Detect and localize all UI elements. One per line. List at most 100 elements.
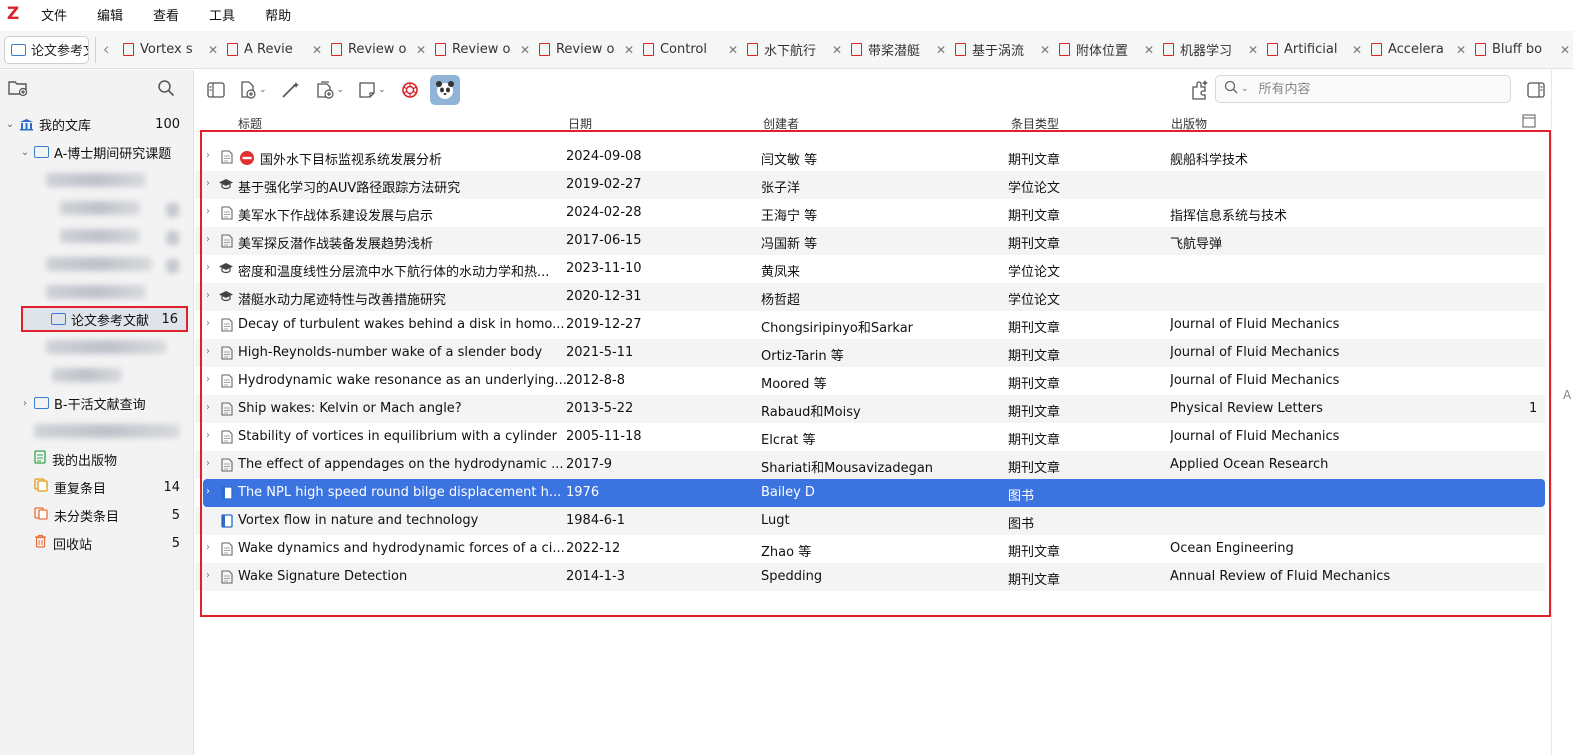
chevron-down-icon[interactable]: ⌄ xyxy=(1241,84,1249,94)
close-icon[interactable]: ✕ xyxy=(832,43,842,57)
zotero-window: Z 文件 编辑 查看 工具 帮助 论文参考文 ‹ Vortex s✕A Revi… xyxy=(0,0,1573,755)
openai-icon[interactable] xyxy=(400,75,420,105)
pdf-icon xyxy=(1474,43,1486,56)
highlight-box xyxy=(200,130,1551,617)
pdf-icon xyxy=(1370,43,1382,56)
tree-folder-a[interactable]: ⌄ A-博士期间研究课题 xyxy=(0,138,194,166)
reader-tab[interactable]: 水下航行 ✕ xyxy=(741,36,845,64)
close-icon[interactable]: ✕ xyxy=(936,43,946,57)
tree-label: 重复条目 xyxy=(54,481,107,497)
tree-label: 我的文库 xyxy=(39,118,92,134)
tree-my-publications[interactable]: 我的出版物 xyxy=(0,445,194,473)
reader-tab[interactable]: Control ✕ xyxy=(637,36,741,64)
unfiled-icon xyxy=(34,506,48,524)
tree-unfiled[interactable]: 未分类条目 5 xyxy=(0,501,194,529)
close-icon[interactable]: ✕ xyxy=(1560,43,1570,57)
tree-selected-collection[interactable]: 论文参考文献 16 xyxy=(0,305,194,333)
magic-wand-icon[interactable] xyxy=(281,75,301,105)
pdf-icon xyxy=(642,43,654,56)
reader-tabs: Vortex s ✕ A Revie ✕ Review o ✕ Review o ✕ Revie… xyxy=(117,36,1573,64)
search-input[interactable] xyxy=(1258,81,1499,97)
reader-tab[interactable]: 带桨潜艇 ✕ xyxy=(845,36,949,64)
chevron-right-icon[interactable]: › xyxy=(19,398,31,409)
pdf-icon xyxy=(746,43,758,56)
folder-icon xyxy=(51,313,66,325)
tree-duplicates[interactable]: 重复条目 14 xyxy=(0,473,194,501)
tab-label: Artificial xyxy=(1283,42,1338,57)
menu-edit[interactable]: 编辑 xyxy=(82,5,138,24)
menu-tools[interactable]: 工具 xyxy=(194,5,250,24)
tab-label: A Revie xyxy=(243,42,293,57)
blurred-collection xyxy=(60,229,140,243)
toggle-pane-icon[interactable] xyxy=(207,75,225,105)
blurred-collection xyxy=(46,257,152,271)
tree-my-library[interactable]: ⌄ 我的文库 100 xyxy=(0,110,194,138)
reader-tab[interactable]: Review o ✕ xyxy=(325,36,429,64)
folder-icon xyxy=(34,146,49,158)
tree-label: B-干活文献查询 xyxy=(54,397,146,413)
tab-label: Accelera xyxy=(1387,42,1444,57)
blurred-collection xyxy=(34,424,180,438)
close-icon[interactable]: ✕ xyxy=(1352,43,1362,57)
close-icon[interactable]: ✕ xyxy=(624,43,634,57)
search-icon[interactable] xyxy=(157,79,175,101)
collections-pane: ⌄ 我的文库 100 ⌄ A-博士期间研究课题 论文参考文献 16 › B-干活… xyxy=(0,70,194,755)
tab-label: Control xyxy=(659,42,707,57)
reader-tab[interactable]: 基于涡流 ✕ xyxy=(949,36,1053,64)
reader-tab[interactable]: Review o ✕ xyxy=(429,36,533,64)
chevron-down-icon[interactable]: ⌄ xyxy=(19,147,31,158)
chevron-down-icon: ⌄ xyxy=(378,85,386,95)
close-icon[interactable]: ✕ xyxy=(1248,43,1258,57)
new-item-button[interactable]: ⌄ xyxy=(239,75,267,105)
chevron-left-icon[interactable]: ‹ xyxy=(95,39,117,60)
toggle-item-pane-icon[interactable] xyxy=(1527,75,1545,105)
panda-plugin-icon[interactable] xyxy=(429,75,460,105)
column-picker-icon[interactable] xyxy=(1522,114,1536,131)
library-tab-label: 论文参考文 xyxy=(31,44,88,59)
blurred-count xyxy=(166,231,180,245)
tab-bar: 论文参考文 ‹ Vortex s✕A Revie✕Review o✕Review… xyxy=(0,31,1573,69)
tab-label: 附体位置 xyxy=(1075,44,1128,59)
close-icon[interactable]: ✕ xyxy=(1144,43,1154,57)
reader-tab[interactable]: Accelera ✕ xyxy=(1365,36,1469,64)
reader-tab[interactable]: Artificial ✕ xyxy=(1261,36,1365,64)
chevron-down-icon[interactable]: ⌄ xyxy=(4,119,16,130)
reader-tab[interactable]: Vortex s ✕ xyxy=(117,36,221,64)
tree-label: 回收站 xyxy=(53,537,93,553)
close-icon[interactable]: ✕ xyxy=(208,43,218,57)
close-icon[interactable]: ✕ xyxy=(1040,43,1050,57)
menu-help[interactable]: 帮助 xyxy=(250,5,306,24)
collections-toolbar xyxy=(0,70,193,110)
reader-tab[interactable]: A Revie ✕ xyxy=(221,36,325,64)
new-collection-icon[interactable] xyxy=(8,79,28,101)
reader-tab[interactable]: 附体位置 ✕ xyxy=(1053,36,1157,64)
close-icon[interactable]: ✕ xyxy=(728,43,738,57)
tab-label: 水下航行 xyxy=(763,44,816,59)
blurred-count xyxy=(166,259,180,273)
close-icon[interactable]: ✕ xyxy=(416,43,426,57)
reader-tab[interactable]: 机器学习 ✕ xyxy=(1157,36,1261,64)
add-attachment-button[interactable]: ⌄ xyxy=(315,75,345,105)
close-icon[interactable]: ✕ xyxy=(520,43,530,57)
pdf-icon xyxy=(538,43,550,56)
search-box[interactable]: ⌄ xyxy=(1215,75,1511,103)
folder-icon xyxy=(34,397,49,409)
new-note-button[interactable]: ⌄ xyxy=(358,75,386,105)
reader-tab[interactable]: Bluff bo ✕ xyxy=(1469,36,1573,64)
library-tab[interactable]: 论文参考文 xyxy=(4,35,89,64)
tab-label: Vortex s xyxy=(139,42,193,57)
tree-trash[interactable]: 回收站 5 xyxy=(0,529,194,557)
tree-folder-b[interactable]: › B-干活文献查询 xyxy=(0,389,194,417)
pdf-icon xyxy=(434,43,446,56)
puzzle-plugin-icon[interactable] xyxy=(1189,75,1211,105)
chevron-down-icon: ⌄ xyxy=(336,85,345,95)
duplicates-icon xyxy=(34,478,48,496)
close-icon[interactable]: ✕ xyxy=(312,43,322,57)
blurred-collection xyxy=(46,173,146,187)
reader-tab[interactable]: Review o ✕ xyxy=(533,36,637,64)
pdf-icon xyxy=(226,43,238,56)
close-icon[interactable]: ✕ xyxy=(1456,43,1466,57)
menu-file[interactable]: 文件 xyxy=(26,5,82,24)
pdf-icon xyxy=(1058,43,1070,56)
menu-view[interactable]: 查看 xyxy=(138,5,194,24)
